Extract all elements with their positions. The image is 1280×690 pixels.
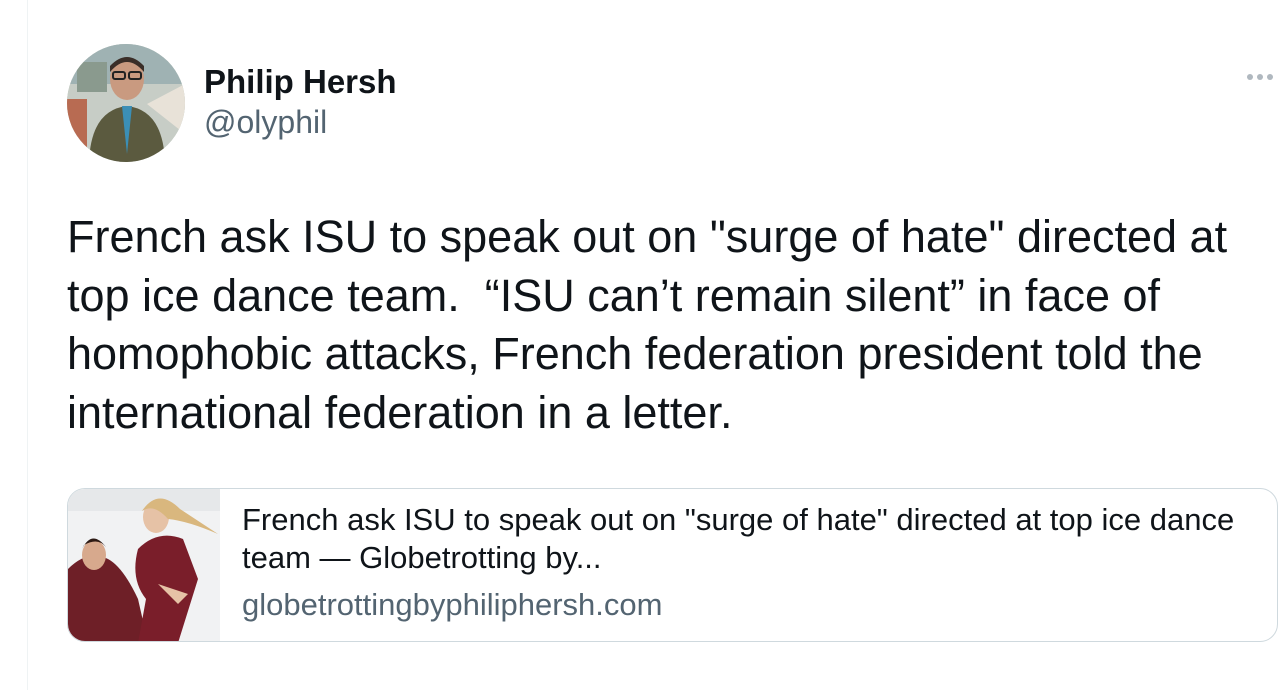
tweet-text: French ask ISU to speak out on "surge of… <box>67 211 1228 438</box>
author-info: Philip Hersh @olyphil <box>204 62 397 142</box>
more-options-icon[interactable] <box>1247 74 1273 80</box>
link-card-title: French ask ISU to speak out on "surge of… <box>242 502 1235 575</box>
tweet: Philip Hersh @olyphil French ask ISU to … <box>27 0 1280 690</box>
link-card-body: French ask ISU to speak out on "surge of… <box>220 489 1277 641</box>
dot <box>1247 74 1253 80</box>
link-card-thumbnail <box>68 489 220 641</box>
link-card-domain: globetrottingbyphiliphersh.com <box>242 587 663 622</box>
link-card[interactable]: French ask ISU to speak out on "surge of… <box>67 488 1278 642</box>
avatar[interactable] <box>67 44 185 162</box>
dot <box>1267 74 1273 80</box>
dot <box>1257 74 1263 80</box>
user-handle[interactable]: @olyphil <box>204 102 397 142</box>
display-name[interactable]: Philip Hersh <box>204 62 397 102</box>
